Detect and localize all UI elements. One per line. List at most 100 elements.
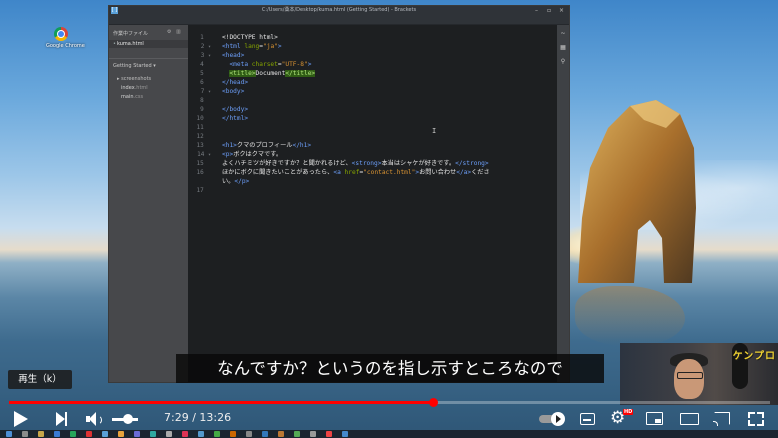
project-name: Getting Started xyxy=(113,63,152,69)
taskbar-app-icon[interactable] xyxy=(310,431,316,437)
code-line-10: </html> xyxy=(222,115,249,122)
autoplay-toggle[interactable] xyxy=(539,412,565,426)
next-icon xyxy=(56,412,65,426)
taskbar-app-icon[interactable] xyxy=(150,431,156,437)
chevron-down-icon: ▾ xyxy=(153,63,156,69)
taskbar-app-icon[interactable] xyxy=(182,431,188,437)
code-line-16: ほかにボクに聞きたいことがあったら、<a href="contact.html"… xyxy=(222,169,490,176)
matched-tag-open: <title> xyxy=(229,70,256,77)
working-file-name: kuma.html xyxy=(117,41,144,47)
title-bar[interactable]: [ ] C:/Users/桑本/Desktop/kuma.html (Getti… xyxy=(109,6,569,15)
taskbar-app-icon[interactable] xyxy=(134,431,140,437)
caption-text: なんですか？というのを指し示すところなので xyxy=(217,359,563,378)
taskbar-app-icon[interactable] xyxy=(294,431,300,437)
tree-file-name: index xyxy=(121,85,135,91)
windows-taskbar xyxy=(0,430,778,438)
taskbar-app-icon[interactable] xyxy=(262,431,268,437)
miniplayer-button[interactable] xyxy=(646,412,663,425)
player-controls: 7:29 / 13:26 ⚙ HD xyxy=(0,406,778,430)
split-view-icon[interactable]: ▥ xyxy=(176,29,181,35)
working-file-kuma[interactable]: • kuma.html xyxy=(109,40,188,48)
cast-icon[interactable] xyxy=(713,412,730,426)
matched-tag-close: </title> xyxy=(285,70,316,77)
line-number: 15 xyxy=(196,160,204,167)
live-preview-icon[interactable]: ~ xyxy=(557,29,569,39)
tree-folder-screenshots[interactable]: ▸ screenshots xyxy=(109,75,188,84)
taskbar-app-icon[interactable] xyxy=(246,431,252,437)
taskbar-app-icon[interactable] xyxy=(326,431,332,437)
project-dropdown[interactable]: Getting Started ▾ xyxy=(113,63,156,69)
hd-badge: HD xyxy=(623,409,634,415)
time-display: 7:29 / 13:26 xyxy=(164,411,232,424)
brackets-window: [ ] C:/Users/桑本/Desktop/kuma.html (Getti… xyxy=(108,5,570,383)
line-number: 11 xyxy=(196,124,204,131)
presenter-face xyxy=(674,359,704,399)
code-line-3: <head> xyxy=(222,52,245,59)
tree-file-ext: .css xyxy=(133,94,144,100)
fold-arrow-icon: ▾ xyxy=(207,44,211,50)
extension-manager-icon[interactable]: ▦ xyxy=(557,43,569,53)
code-editor[interactable]: 1 2 ▾ 3 ▾ 4 5 6 7 ▾ 8 9 10 11 12 13 14 ▾… xyxy=(188,25,557,382)
search-icon[interactable]: ⚲ xyxy=(557,57,569,67)
taskbar-app-icon[interactable] xyxy=(86,431,92,437)
play-tooltip: 再生（k） xyxy=(8,370,72,389)
taskbar-app-icon[interactable] xyxy=(38,431,44,437)
current-time: 7:29 xyxy=(164,411,189,424)
taskbar-app-icon[interactable] xyxy=(22,431,28,437)
code-line-7: <body> xyxy=(222,88,245,95)
subtitles-button[interactable] xyxy=(580,413,595,425)
taskbar-app-icon[interactable] xyxy=(118,431,124,437)
taskbar-app-icon[interactable] xyxy=(342,431,348,437)
taskbar-app-icon[interactable] xyxy=(54,431,60,437)
channel-logo: ケンプロ xyxy=(732,351,776,362)
code-lines[interactable]: <!DOCTYPE html> <html lang="ja"> <head> … xyxy=(222,33,552,195)
line-number: 3 ▾ xyxy=(200,52,211,59)
sidebar-divider xyxy=(109,58,188,59)
working-files-header: 作業中ファイル xyxy=(113,31,149,37)
window-title: C:/Users/桑本/Desktop/kuma.html (Getting S… xyxy=(261,7,417,13)
code-line-5: <title>Document</title> xyxy=(229,70,316,77)
mouse-text-cursor: I xyxy=(432,127,437,135)
file-sidebar: 作業中ファイル ⚙ ▥ • kuma.html Getting Started … xyxy=(109,25,188,382)
line-number: 12 xyxy=(196,133,204,140)
fold-arrow-icon: ▾ xyxy=(207,89,211,95)
volume-slider-handle[interactable] xyxy=(123,414,133,424)
code-line-15: よくハチミツが好きですか？と聞かれるけど、<strong>本当はシャケが好きです… xyxy=(222,160,489,167)
theater-mode-button[interactable] xyxy=(680,413,699,425)
mute-button[interactable] xyxy=(86,412,102,426)
next-button[interactable] xyxy=(56,412,68,426)
line-number: 5 xyxy=(200,70,204,77)
tree-file-ext: .html xyxy=(134,85,148,91)
line-number: 6 xyxy=(200,79,204,86)
taskbar-app-icon[interactable] xyxy=(278,431,284,437)
taskbar-app-icon[interactable] xyxy=(230,431,236,437)
wallpaper-rock-arch xyxy=(578,100,696,283)
minimize-icon[interactable]: – xyxy=(535,7,538,14)
fullscreen-button[interactable] xyxy=(748,412,764,426)
maximize-icon[interactable]: ▫ xyxy=(547,7,551,14)
chrome-desktop-shortcut[interactable]: Google Chrome xyxy=(46,27,85,49)
webcam-overlay: ケンプロ xyxy=(620,343,778,405)
code-line-1: <!DOCTYPE html> xyxy=(222,34,278,41)
gear-icon[interactable]: ⚙ xyxy=(167,29,171,35)
line-number: 2 ▾ xyxy=(200,43,211,50)
menu-bar: ファイル 編集 検索 表示 ナビゲート デバッグ ヘルプ Emmet xyxy=(109,15,569,32)
taskbar-app-icon[interactable] xyxy=(166,431,172,437)
taskbar-app-icon[interactable] xyxy=(198,431,204,437)
tree-file-index[interactable]: index.html xyxy=(109,84,188,93)
code-line-4: <meta charset="UTF-8"> xyxy=(222,61,312,68)
project-tree: ▸ screenshots index.html main.css xyxy=(109,75,188,102)
tree-file-main[interactable]: main.css xyxy=(109,93,188,102)
taskbar-app-icon[interactable] xyxy=(214,431,220,437)
close-icon[interactable]: × xyxy=(559,7,564,14)
line-number: 16 xyxy=(196,169,204,176)
play-button[interactable] xyxy=(14,411,28,427)
start-icon[interactable] xyxy=(6,431,12,437)
taskbar-app-icon[interactable] xyxy=(102,431,108,437)
taskbar-app-icon[interactable] xyxy=(70,431,76,437)
presenter-glasses xyxy=(677,372,703,379)
tree-folder-name: screenshots xyxy=(121,76,152,82)
